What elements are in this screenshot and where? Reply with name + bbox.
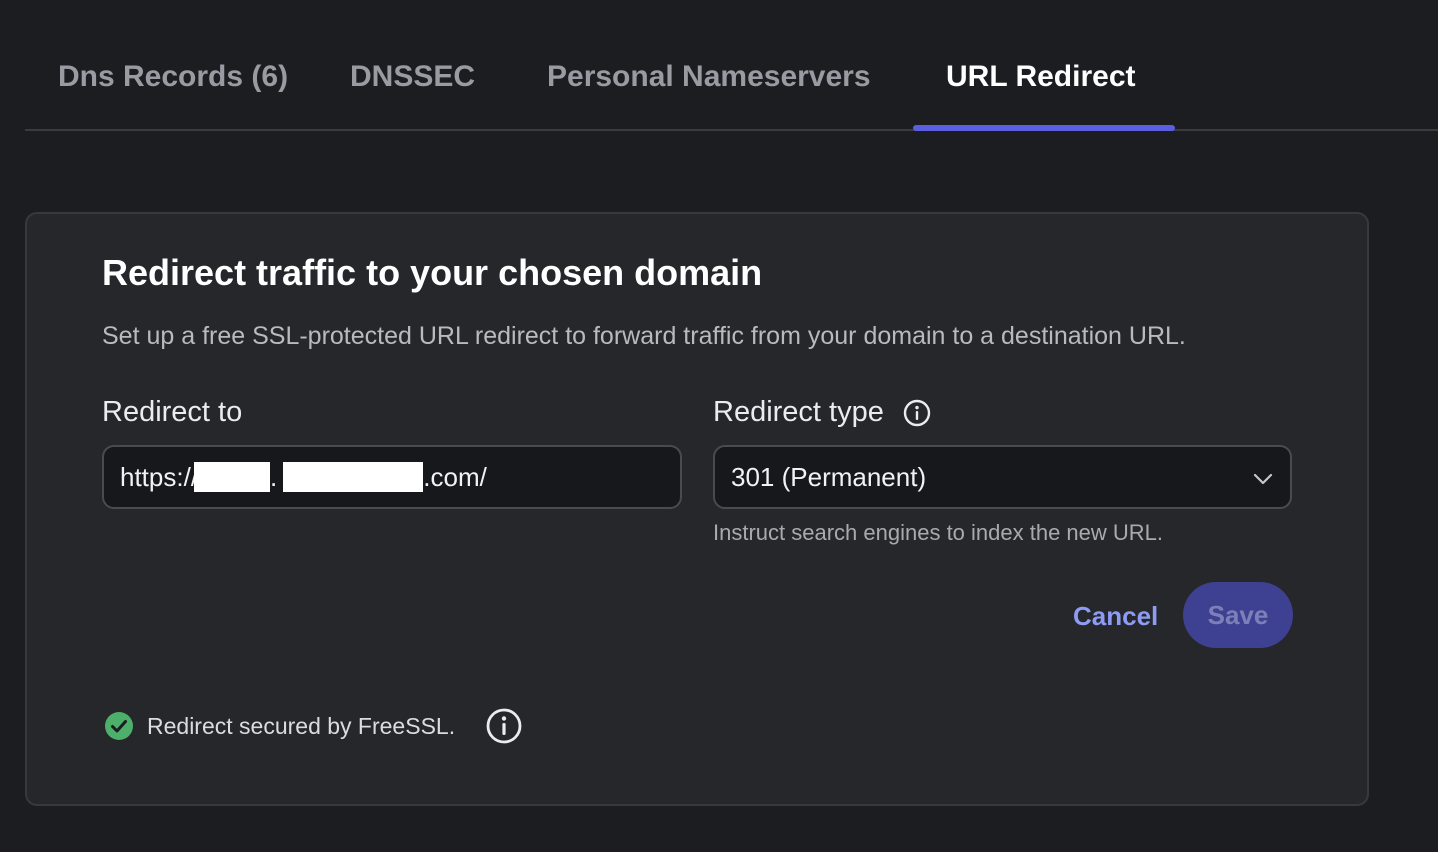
redacted-block (283, 462, 424, 492)
info-icon[interactable] (485, 707, 523, 745)
chevron-down-icon (1252, 462, 1274, 493)
tab-personal-nameservers[interactable]: Personal Nameservers (547, 60, 871, 94)
redirect-to-label: Redirect to (102, 396, 242, 429)
card-description: Set up a free SSL-protected URL redirect… (102, 322, 1186, 350)
cancel-button[interactable]: Cancel (1067, 584, 1164, 648)
tab-dns-records[interactable]: Dns Records (6) (58, 60, 288, 94)
redirect-url-mid: . (270, 461, 278, 492)
ssl-status-text: Redirect secured by FreeSSL. (147, 712, 456, 739)
ssl-status: Redirect secured by FreeSSL. (104, 707, 523, 745)
url-redirect-card: Redirect traffic to your chosen domain S… (25, 212, 1369, 806)
redirect-to-label-text: Redirect to (102, 396, 243, 428)
tab-bar: Dns Records (6) DNSSEC Personal Nameserv… (25, 0, 1438, 131)
redirect-type-label-text: Redirect type (713, 396, 884, 428)
redirect-type-selected: 301 (Permanent) (731, 461, 927, 492)
info-icon[interactable] (902, 398, 932, 428)
tab-dnssec[interactable]: DNSSEC (350, 60, 475, 94)
redacted-block (194, 462, 271, 492)
redirect-type-select[interactable]: 301 (Permanent) (713, 445, 1292, 509)
redirect-type-label: Redirect type (713, 396, 932, 429)
redirect-type-helper: Instruct search engines to index the new… (713, 520, 1164, 545)
redirect-url-prefix: https:// (120, 461, 199, 492)
save-button[interactable]: Save (1183, 582, 1293, 648)
redirect-to-input[interactable]: https://. .com/ (102, 445, 682, 509)
tab-url-redirect[interactable]: URL Redirect (946, 60, 1136, 94)
card-title: Redirect traffic to your chosen domain (102, 252, 763, 293)
active-tab-indicator (913, 125, 1175, 131)
check-circle-icon (104, 711, 134, 741)
redirect-url-suffix: .com/ (423, 461, 487, 492)
